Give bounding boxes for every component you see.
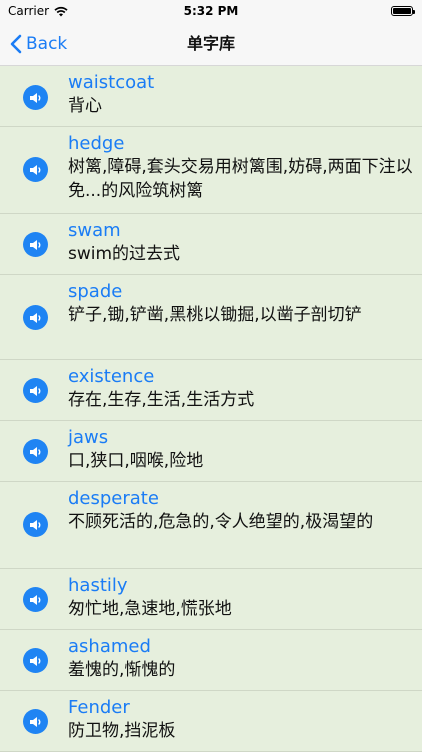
speaker-icon[interactable] [23,709,48,734]
word-row[interactable]: ashamed 羞愧的,惭愧的 [0,630,422,691]
speaker-icon[interactable] [23,305,48,330]
word-meaning: 口,狭口,咽喉,险地 [68,451,204,471]
speaker-icon[interactable] [23,439,48,464]
word-meaning: swim的过去式 [68,244,181,264]
word-meaning: 防卫物,挡泥板 [68,721,176,741]
speaker-icon[interactable] [23,85,48,110]
speaker-icon[interactable] [23,512,48,537]
status-bar: Carrier 5:32 PM [0,0,422,22]
page-title: 单字库 [186,34,235,53]
word-row[interactable]: hedge 树篱,障碍,套头交易用树篱围,妨碍,两面下注以免...的风险筑树篱 [0,127,422,214]
speaker-icon[interactable] [23,378,48,403]
word-row[interactable]: hastily 匆忙地,急速地,慌张地 [0,569,422,630]
navigation-bar: Back 单字库 [0,22,422,66]
word-row[interactable]: Fender 防卫物,挡泥板 [0,691,422,752]
word-text: spade [68,281,123,302]
speaker-icon[interactable] [23,232,48,257]
word-text: jaws [68,427,109,448]
speaker-icon[interactable] [23,587,48,612]
word-text: hastily [68,575,128,596]
word-text: desperate [68,488,159,509]
word-text: waistcoat [68,72,155,93]
speaker-icon[interactable] [23,648,48,673]
speaker-icon[interactable] [23,157,48,182]
word-text: swam [68,220,121,241]
word-row[interactable]: existence 存在,生存,生活,生活方式 [0,360,422,421]
word-text: ashamed [68,636,151,657]
word-meaning: 存在,生存,生活,生活方式 [68,390,255,410]
status-time: 5:32 PM [183,4,239,18]
word-list: waistcoat 背心 hedge 树篱,障碍,套头交易用树篱围,妨碍,两面下注以免… [0,66,422,752]
word-row[interactable]: jaws 口,狭口,咽喉,险地 [0,421,422,482]
word-text: hedge [68,133,125,154]
word-meaning: 树篱,障碍,套头交易用树篱围,妨碍,两面下注以免...的风险筑树篱 [68,157,413,201]
word-meaning: 羞愧的,惭愧的 [68,660,176,680]
word-row[interactable]: desperate 不顾死活的,危急的,令人绝望的,极渴望的 [0,482,422,569]
word-text: existence [68,366,155,387]
word-row[interactable]: swam swim的过去式 [0,214,422,275]
word-meaning: 不顾死活的,危急的,令人绝望的,极渴望的 [68,512,374,532]
word-row[interactable]: waistcoat 背心 [0,66,422,127]
word-meaning: 铲子,锄,铲凿,黑桃以锄掘,以凿子剖切铲 [68,305,362,325]
word-row[interactable]: spade 铲子,锄,铲凿,黑桃以锄掘,以凿子剖切铲 [0,275,422,360]
word-meaning: 背心 [68,96,102,116]
word-meaning: 匆忙地,急速地,慌张地 [68,599,232,619]
word-text: Fender [68,697,130,718]
battery-icon [391,6,415,16]
